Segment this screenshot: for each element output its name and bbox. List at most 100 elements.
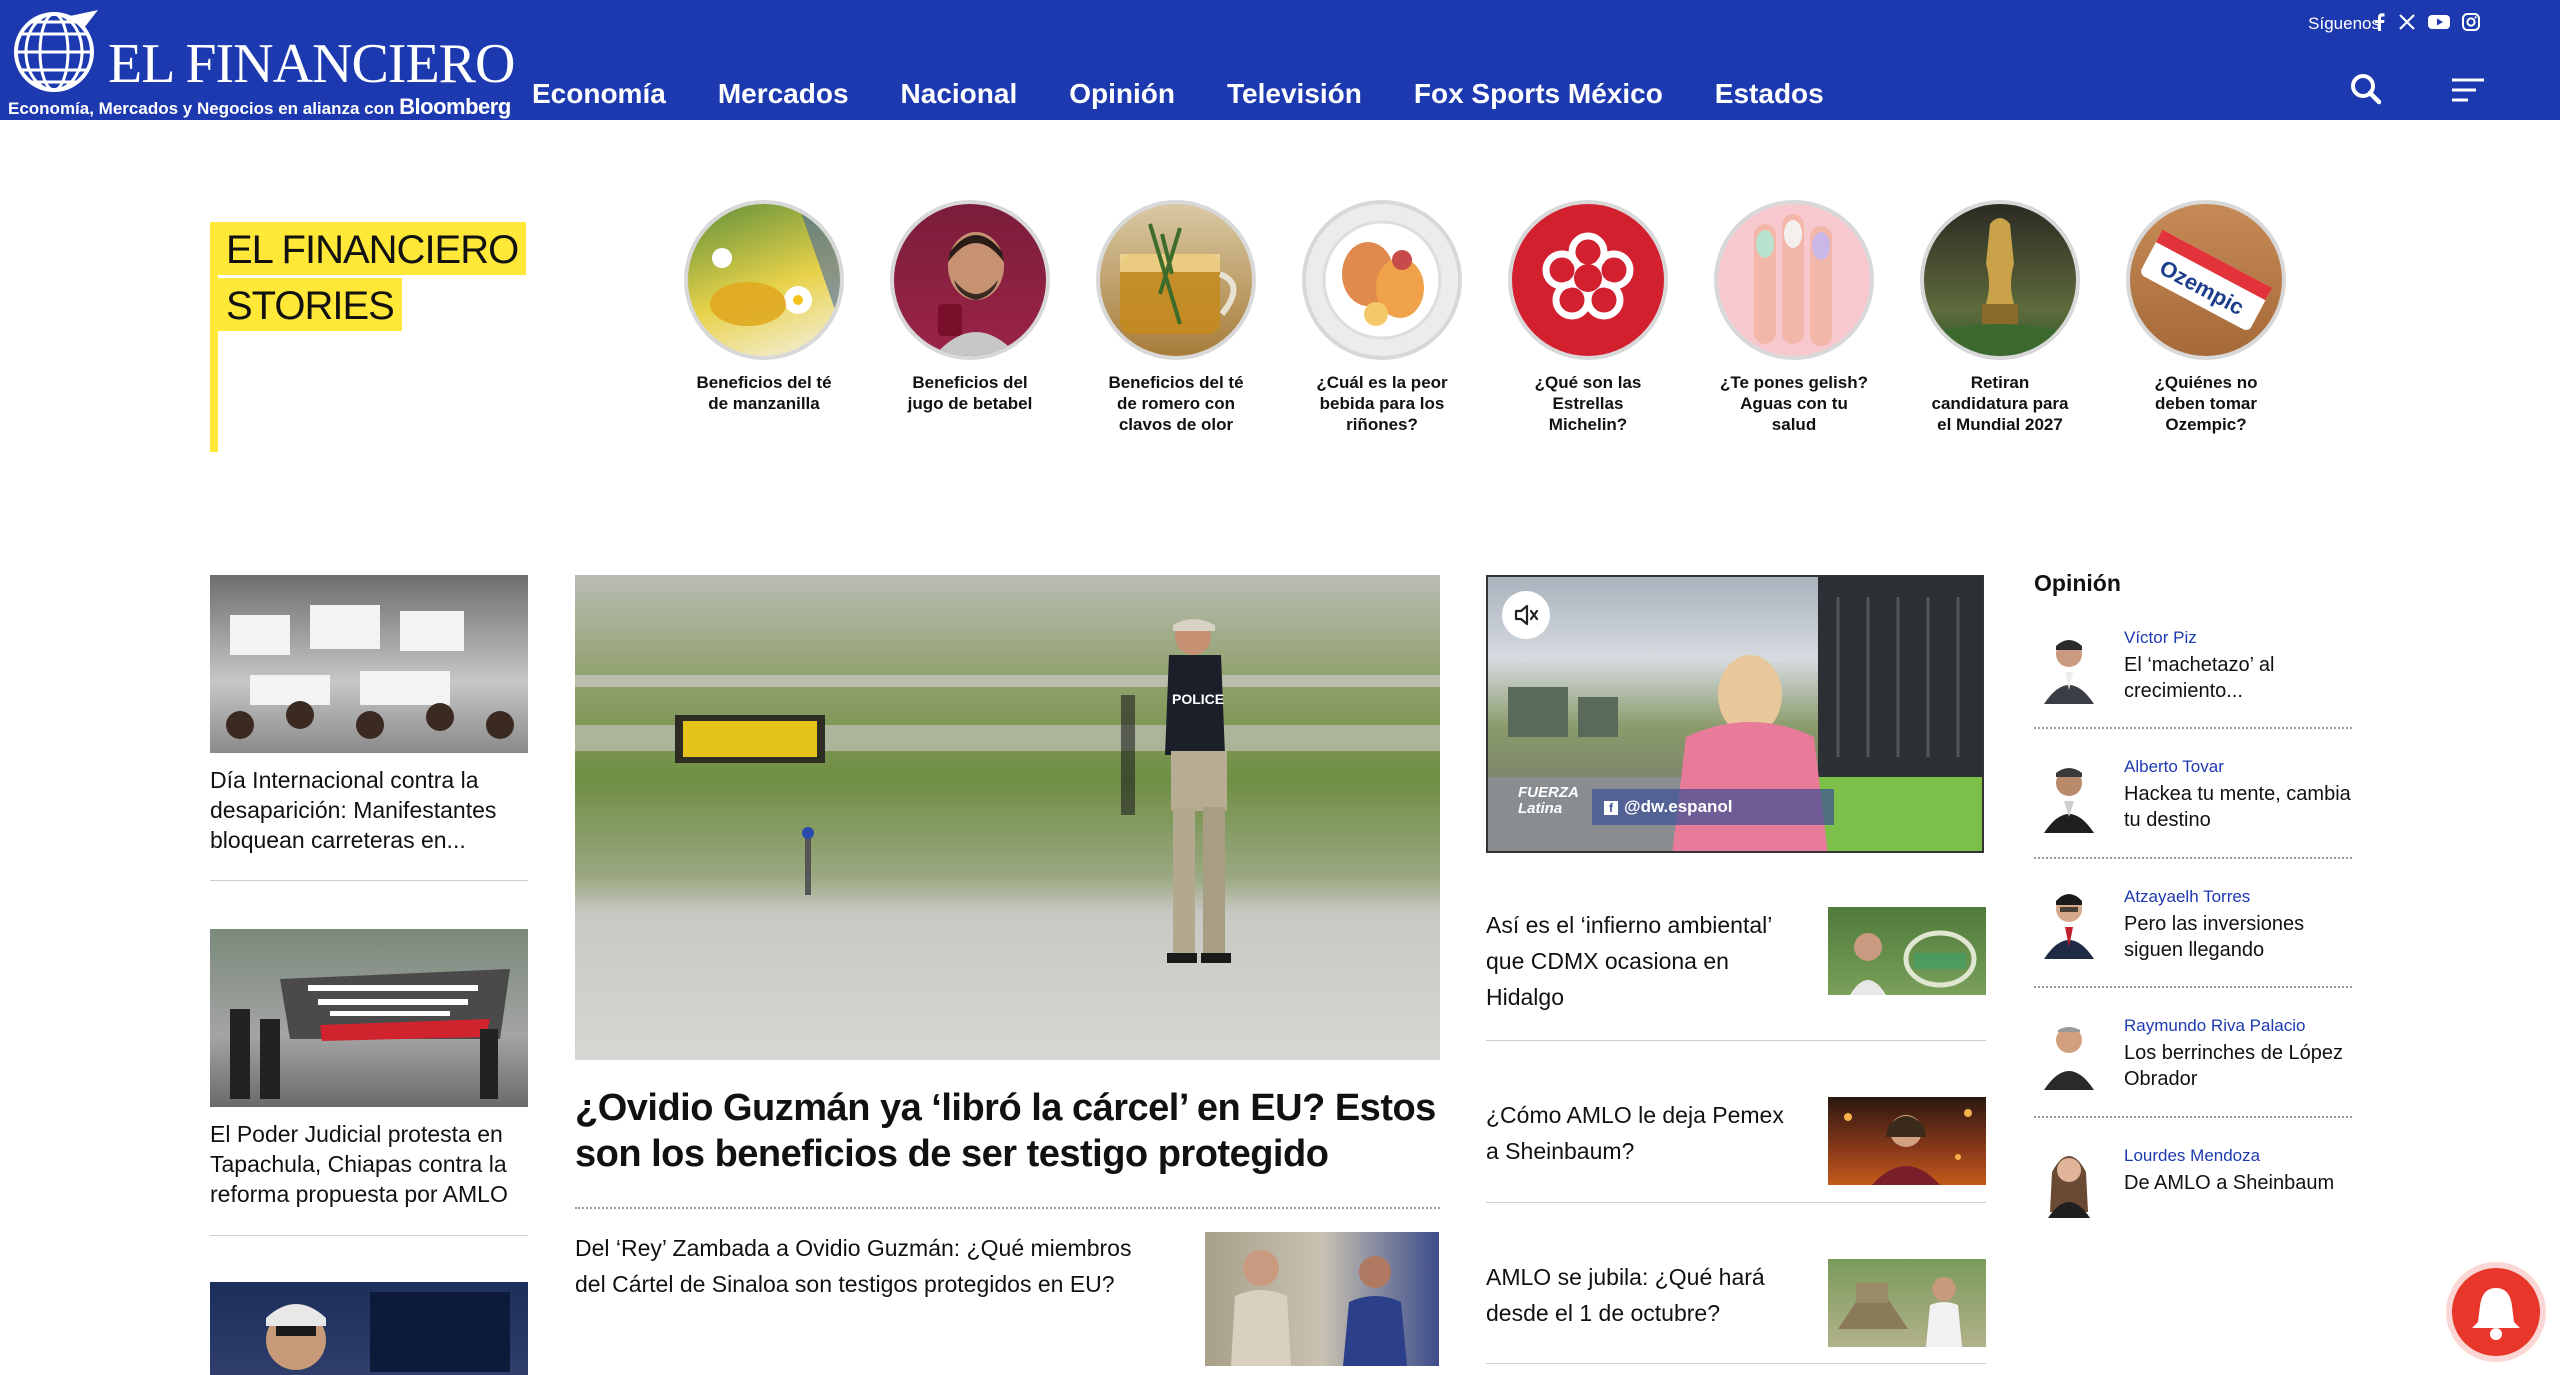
police-label: POLICE: [1172, 691, 1225, 707]
story-thumbnail: [1096, 200, 1256, 360]
story-item[interactable]: ¿Qué son las Estrellas Michelin?: [1508, 200, 1668, 435]
related-article-title[interactable]: Del ‘Rey’ Zambada a Ovidio Guzmán: ¿Qué …: [575, 1230, 1165, 1302]
article-title: AMLO se jubila: ¿Qué hará desde el 1 de …: [1486, 1264, 1765, 1326]
story-caption: Beneficios del té de romero con clavos d…: [1108, 373, 1244, 434]
story-item[interactable]: Beneficios del té de manzanilla: [684, 200, 844, 414]
author-name[interactable]: Raymundo Riva Palacio: [2124, 1016, 2305, 1036]
nav-television[interactable]: Televisión: [1227, 78, 1362, 110]
story-thumbnail: [1302, 200, 1462, 360]
opinion-item[interactable]: Atzayaelh Torres Pero las inversiones si…: [2034, 879, 2352, 989]
dotted-divider: [2034, 986, 2352, 988]
story-caption: Beneficios del jugo de betabel: [907, 373, 1033, 413]
opinion-title: Pero las inversiones siguen llegando: [2124, 913, 2305, 961]
story-item[interactable]: Beneficios del jugo de betabel: [890, 200, 1050, 414]
main-article-image[interactable]: POLICE: [575, 575, 1440, 1060]
youtube-icon[interactable]: [2428, 13, 2450, 31]
opinion-item[interactable]: Lourdes Mendoza De AMLO a Sheinbaum: [2034, 1138, 2352, 1248]
video-handle: f @dw.espanol: [1592, 789, 1834, 825]
nav-economia[interactable]: Economía: [532, 78, 666, 110]
article-title: ¿Cómo AMLO le deja Pemex a Sheinbaum?: [1486, 1102, 1784, 1164]
video-player[interactable]: FUERZA Latina f @dw.espanol: [1486, 575, 1984, 853]
bell-icon: [2472, 1288, 2520, 1340]
article-image: [210, 929, 528, 1107]
author-avatar: [2034, 628, 2104, 704]
facebook-small-icon: f: [1604, 801, 1618, 815]
story-item[interactable]: ¿Te pones gelish? Aguas con tu salud: [1714, 200, 1874, 435]
dotted-divider: [2034, 857, 2352, 859]
article-image: [1828, 1259, 1986, 1347]
story-thumbnail: [890, 200, 1050, 360]
stories-title-line2: STORIES: [218, 278, 402, 331]
mute-button[interactable]: [1502, 591, 1550, 639]
notification-bell-button[interactable]: [2446, 1262, 2546, 1362]
story-thumbnail: [1714, 200, 1874, 360]
nav-mercados[interactable]: Mercados: [718, 78, 849, 110]
nav-nacional[interactable]: Nacional: [901, 78, 1018, 110]
instagram-icon[interactable]: [2462, 13, 2480, 31]
author-avatar: [2034, 883, 2104, 959]
menu-icon[interactable]: [2446, 70, 2490, 110]
stories-title-line1: EL FINANCIERO: [218, 222, 527, 275]
divider: [1486, 1040, 1986, 1041]
facebook-icon[interactable]: [2372, 13, 2386, 31]
x-icon[interactable]: [2398, 13, 2416, 31]
site-logo[interactable]: EL FINANCIERO Economía, Mercados y Negoc…: [8, 10, 515, 119]
dotted-divider: [2034, 1116, 2352, 1118]
story-item[interactable]: Retiran candidatura para el Mundial 2027: [1920, 200, 2080, 435]
follow-label: Síguenos: [2308, 14, 2380, 33]
right-article-card[interactable]: ¿Cómo AMLO le deja Pemex a Sheinbaum?: [1486, 1097, 1986, 1197]
divider: [210, 1235, 528, 1236]
story-item[interactable]: Beneficios del té de romero con clavos d…: [1096, 200, 1256, 435]
left-article-card[interactable]: [210, 1282, 528, 1375]
author-name[interactable]: Alberto Tovar: [2124, 757, 2224, 777]
story-caption: ¿Cuál es la peor bebida para los riñones…: [1316, 373, 1448, 434]
right-article-card[interactable]: AMLO se jubila: ¿Qué hará desde el 1 de …: [1486, 1259, 1986, 1359]
left-article-card[interactable]: Día Internacional contra la desaparición…: [210, 575, 528, 855]
divider: [210, 880, 528, 881]
opinion-item[interactable]: Alberto Tovar Hackea tu mente, cambia tu…: [2034, 749, 2352, 859]
author-name[interactable]: Lourdes Mendoza: [2124, 1146, 2260, 1166]
nav-opinion[interactable]: Opinión: [1069, 78, 1175, 110]
article-image: [1828, 907, 1986, 995]
article-title: El Poder Judicial protesta en Tapachula,…: [210, 1121, 508, 1207]
opinion-title: Los berrinches de López Obrador: [2124, 1042, 2344, 1090]
article-title: Día Internacional contra la desaparición…: [210, 767, 497, 853]
main-article-headline[interactable]: ¿Ovidio Guzmán ya ‘libró la cárcel’ en E…: [575, 1085, 1445, 1177]
article-image: [1828, 1097, 1986, 1185]
bloomberg-wordmark: Bloomberg: [399, 94, 511, 119]
opinion-item[interactable]: Raymundo Riva Palacio Los berrinches de …: [2034, 1008, 2352, 1118]
right-article-card[interactable]: Así es el ‘infierno ambiental’ que CDMX …: [1486, 907, 1986, 1010]
search-icon[interactable]: [2346, 70, 2390, 110]
article-image: [210, 1282, 528, 1375]
story-thumbnail: Ozempic: [2126, 200, 2286, 360]
story-thumbnail: [1508, 200, 1668, 360]
nav-fox-sports[interactable]: Fox Sports México: [1414, 78, 1663, 110]
story-thumbnail: [684, 200, 844, 360]
story-caption: ¿Te pones gelish? Aguas con tu salud: [1720, 373, 1868, 434]
story-item[interactable]: Ozempic ¿Quiénes no deben tomar Ozempic?: [2126, 200, 2286, 435]
story-thumbnail: [1920, 200, 2080, 360]
tagline-text: Economía, Mercados y Negocios en alianza…: [8, 99, 395, 118]
story-caption: ¿Quiénes no deben tomar Ozempic?: [2154, 373, 2258, 434]
opinion-title: El ‘machetazo’ al crecimiento...: [2124, 654, 2275, 702]
badge-line1: FUERZA: [1518, 784, 1579, 801]
logo-wordmark: EL FINANCIERO: [108, 33, 515, 95]
related-article-image[interactable]: [1205, 1232, 1439, 1366]
stories-brand: EL FINANCIERO STORIES: [210, 222, 527, 452]
site-header: EL FINANCIERO Economía, Mercados y Negoc…: [0, 0, 2560, 120]
article-title: Así es el ‘infierno ambiental’ que CDMX …: [1486, 912, 1772, 1010]
opinion-item[interactable]: Víctor Piz El ‘machetazo’ al crecimiento…: [2034, 620, 2352, 730]
opinion-title: De AMLO a Sheinbaum: [2124, 1172, 2335, 1194]
author-name[interactable]: Víctor Piz: [2124, 628, 2197, 648]
dotted-divider: [575, 1207, 1440, 1209]
author-name[interactable]: Atzayaelh Torres: [2124, 887, 2250, 907]
nav-estados[interactable]: Estados: [1715, 78, 1824, 110]
opinion-title: Hackea tu mente, cambia tu destino: [2124, 783, 2351, 831]
opinion-heading: Opinión: [2034, 570, 2121, 596]
left-article-card[interactable]: El Poder Judicial protesta en Tapachula,…: [210, 929, 528, 1209]
mute-icon: [1514, 604, 1539, 626]
fuerza-latina-badge: FUERZA Latina: [1518, 785, 1579, 817]
story-item[interactable]: ¿Cuál es la peor bebida para los riñones…: [1302, 200, 1462, 435]
divider: [1486, 1202, 1986, 1203]
story-caption: ¿Qué son las Estrellas Michelin?: [1534, 373, 1642, 434]
